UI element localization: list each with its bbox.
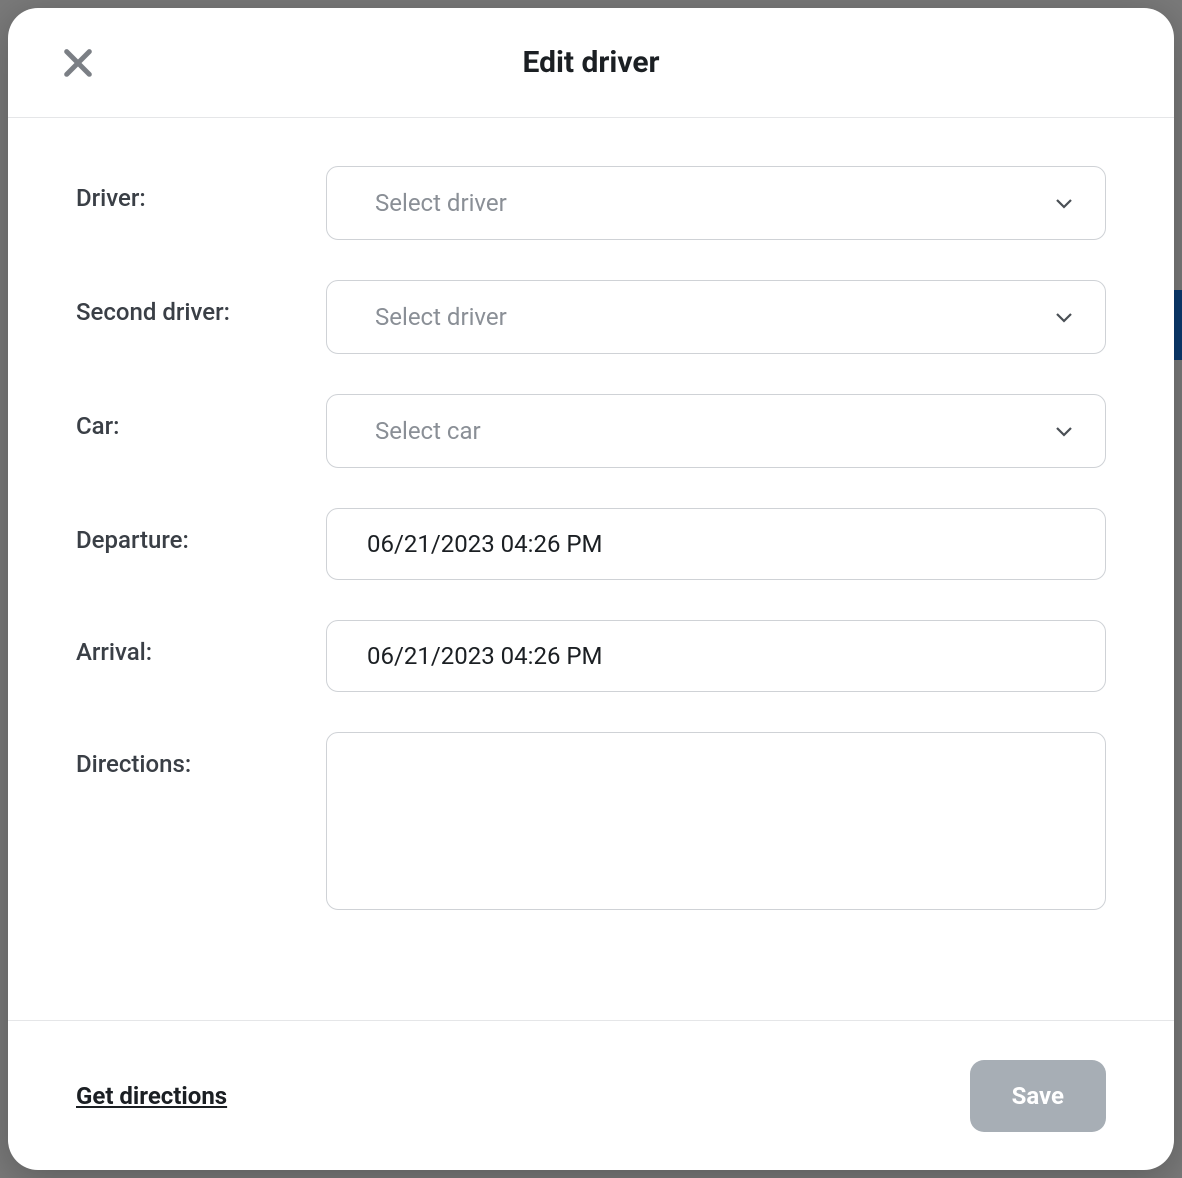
get-directions-link[interactable]: Get directions (76, 1082, 227, 1110)
arrival-label: Arrival: (76, 620, 326, 666)
arrival-row: Arrival: (76, 620, 1106, 692)
car-label: Car: (76, 394, 326, 440)
save-button[interactable]: Save (970, 1060, 1106, 1132)
car-select-placeholder: Select car (375, 417, 481, 445)
departure-label: Departure: (76, 508, 326, 554)
directions-label: Directions: (76, 732, 326, 778)
second-driver-select-placeholder: Select driver (375, 303, 507, 331)
modal-header: Edit driver (8, 8, 1174, 118)
modal-title: Edit driver (522, 45, 659, 80)
close-icon (61, 46, 95, 83)
car-select[interactable]: Select car (326, 394, 1106, 468)
driver-select-placeholder: Select driver (375, 189, 507, 217)
edit-driver-modal: Edit driver Driver: Select driver Second… (8, 8, 1174, 1170)
close-button[interactable] (58, 44, 98, 84)
driver-label: Driver: (76, 166, 326, 212)
second-driver-row: Second driver: Select driver (76, 280, 1106, 354)
arrival-input[interactable] (326, 620, 1106, 692)
driver-select[interactable]: Select driver (326, 166, 1106, 240)
second-driver-select[interactable]: Select driver (326, 280, 1106, 354)
driver-row: Driver: Select driver (76, 166, 1106, 240)
second-driver-label: Second driver: (76, 280, 326, 326)
modal-body: Driver: Select driver Second driver: Sel… (8, 118, 1174, 1020)
directions-textarea[interactable] (326, 732, 1106, 910)
car-row: Car: Select car (76, 394, 1106, 468)
modal-footer: Get directions Save (8, 1020, 1174, 1170)
departure-input[interactable] (326, 508, 1106, 580)
departure-row: Departure: (76, 508, 1106, 580)
directions-row: Directions: (76, 732, 1106, 914)
